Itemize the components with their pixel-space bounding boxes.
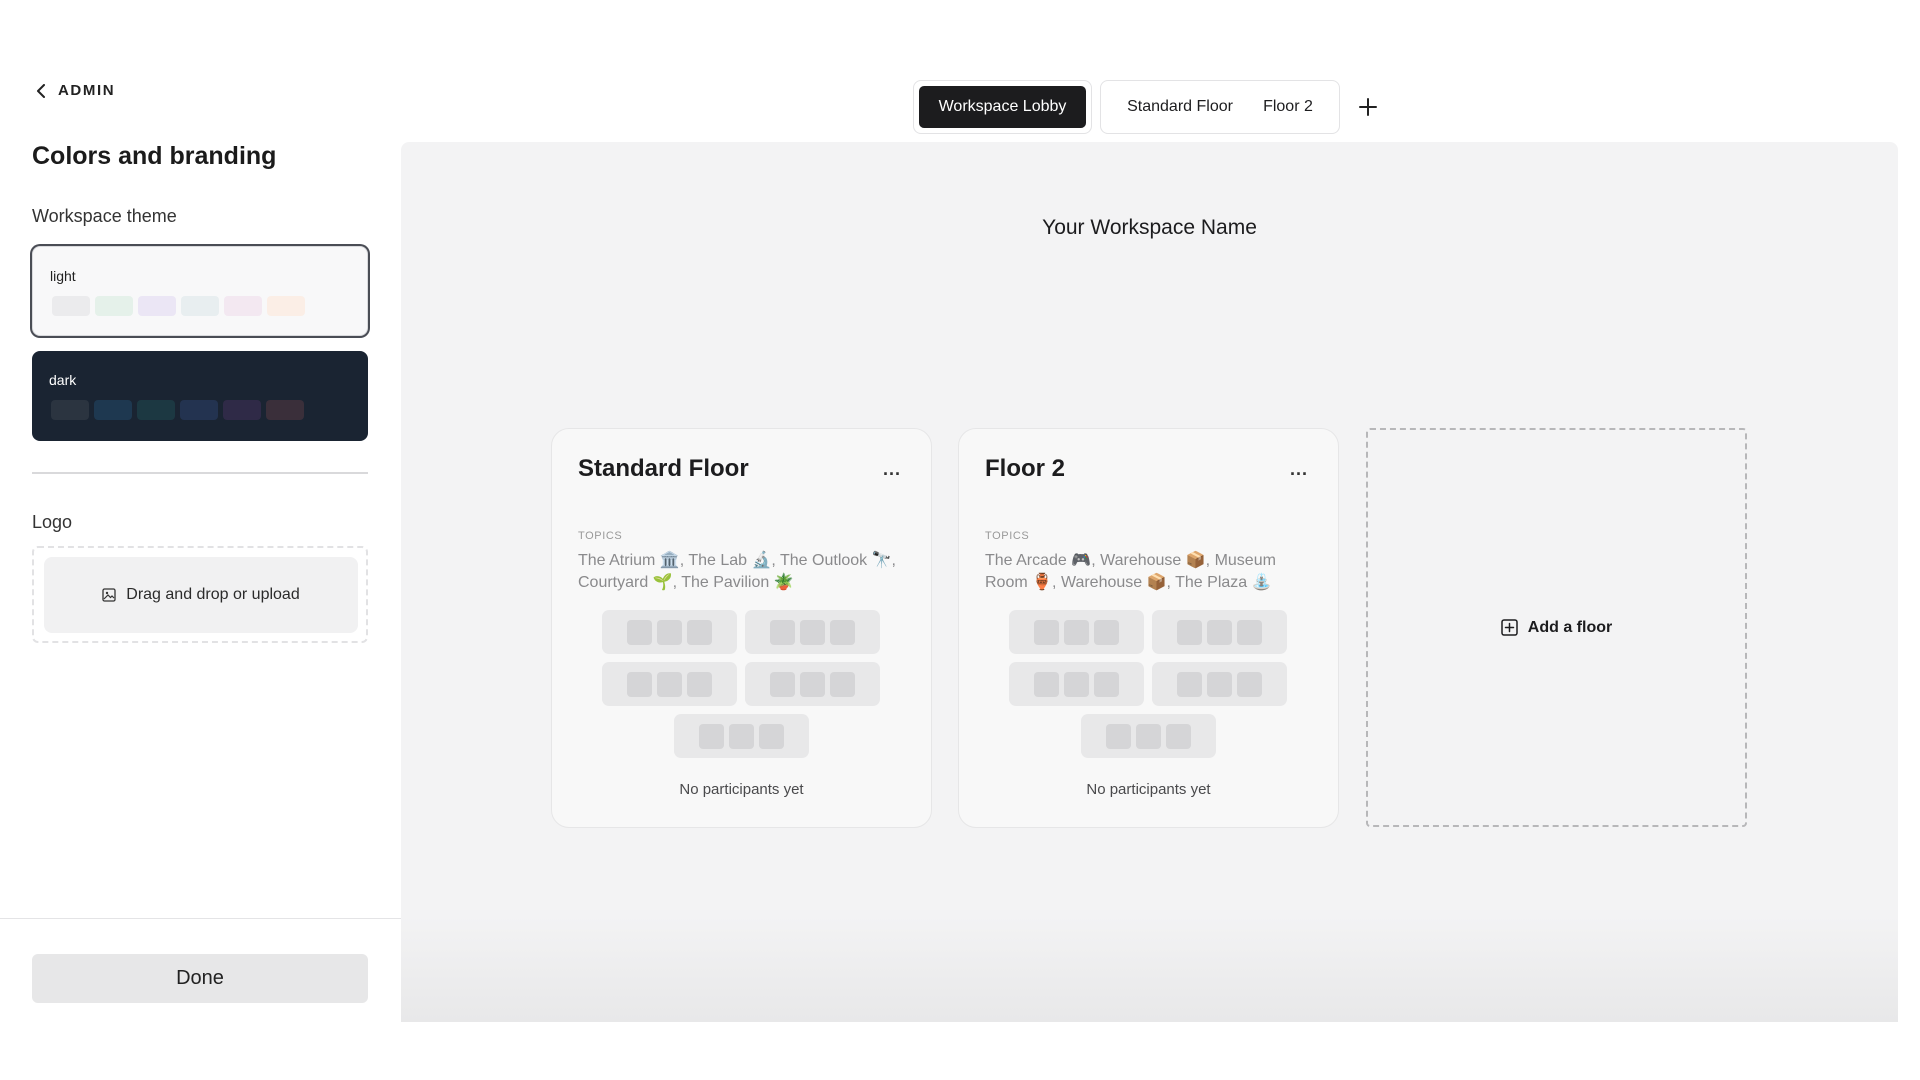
done-button[interactable]: Done [32,954,368,1003]
table-shape [1152,610,1287,654]
tab-floor-2[interactable]: Floor 2 [1259,92,1317,122]
divider [32,472,368,474]
add-tab-button[interactable] [1352,91,1384,123]
table-shape [1081,714,1216,758]
logo-dropzone[interactable]: Drag and drop or upload [32,546,368,643]
seat [1064,671,1089,697]
workspace-theme-label: Workspace theme [32,206,177,226]
theme-name: light [50,268,76,284]
more-options-button[interactable]: ... [883,459,901,480]
seat [687,671,712,697]
theme-option-light[interactable]: light [32,246,368,336]
seat [1177,671,1202,697]
seat [1034,619,1059,645]
seat [687,619,712,645]
floor-card-standard[interactable]: Standard Floor ... TOPICS The Atrium 🏛️,… [551,428,932,828]
table-shape [745,662,880,706]
seat [627,671,652,697]
upload-button[interactable]: Drag and drop or upload [44,557,358,633]
seat [1166,723,1191,749]
more-options-button[interactable]: ... [1290,459,1308,480]
seat [729,723,754,749]
empty-state-text: No participants yet [679,781,804,798]
color-swatch [223,400,261,420]
floor-title: Floor 2 [985,455,1066,482]
image-icon [102,588,116,602]
seat [1034,671,1059,697]
color-swatch [180,400,218,420]
logo-label: Logo [32,512,73,532]
tab-workspace-lobby[interactable]: Workspace Lobby [919,86,1086,128]
theme-option-dark[interactable]: dark [32,351,368,441]
table-shape [674,714,809,758]
color-swatch [51,400,89,420]
seat [800,671,825,697]
seat [657,671,682,697]
sidebar: ADMIN Colors and branding Workspace them… [0,0,401,1022]
seat [770,671,795,697]
table-layout [602,610,883,762]
table-shape [1152,662,1287,706]
add-floor-button[interactable]: Add a floor [1366,428,1747,827]
seat [830,619,855,645]
lobby-canvas: Your Workspace Name Standard Floor ... T… [401,142,1898,1022]
seat [1064,619,1089,645]
color-swatch [138,296,176,316]
color-swatch [266,400,304,420]
seat [1094,671,1119,697]
seat [1237,671,1262,697]
color-swatch [52,296,90,316]
topics-list: The Arcade 🎮, Warehouse 📦, Museum Room 🏺… [985,552,1276,591]
seat [1207,671,1232,697]
workspace-name[interactable]: Your Workspace Name [401,216,1898,240]
topics-label: TOPICS [985,530,1030,542]
tab-group-floors: Standard Floor Floor 2 [1100,80,1340,134]
tab-standard-floor[interactable]: Standard Floor [1123,92,1237,122]
theme-swatches [51,400,304,420]
color-swatch [224,296,262,316]
seat [1094,619,1119,645]
table-shape [1009,610,1144,654]
footer-divider [0,918,401,919]
color-swatch [267,296,305,316]
floor-card-floor-2[interactable]: Floor 2 ... TOPICS The Arcade 🎮, Warehou… [958,428,1339,828]
seat [800,619,825,645]
empty-state-text: No participants yet [1086,781,1211,798]
table-shape [1009,662,1144,706]
plus-icon [1359,98,1377,116]
seat [770,619,795,645]
seat [1237,619,1262,645]
seat [1177,619,1202,645]
color-swatch [94,400,132,420]
seat [1106,723,1131,749]
floor-title: Standard Floor [578,455,749,482]
seat [1207,619,1232,645]
add-floor-label: Add a floor [1527,618,1613,636]
table-shape [602,610,737,654]
table-layout [1009,610,1290,762]
page-title: Colors and branding [32,142,277,170]
floor-tabs: Workspace Lobby Standard Floor Floor 2 [0,80,1920,135]
color-swatch [181,296,219,316]
seat [1136,723,1161,749]
table-shape [602,662,737,706]
upload-label: Drag and drop or upload [126,586,300,603]
tab-group-lobby: Workspace Lobby [913,80,1092,134]
topics-list: The Atrium 🏛️, The Lab 🔬, The Outlook 🔭,… [578,552,896,591]
plus-square-icon [1501,619,1518,636]
color-swatch [137,400,175,420]
table-shape [745,610,880,654]
color-swatch [95,296,133,316]
topics-label: TOPICS [578,530,623,542]
seat [830,671,855,697]
theme-name: dark [49,372,77,388]
seat [699,723,724,749]
seat [657,619,682,645]
seat [627,619,652,645]
seat [759,723,784,749]
theme-swatches [52,296,305,316]
